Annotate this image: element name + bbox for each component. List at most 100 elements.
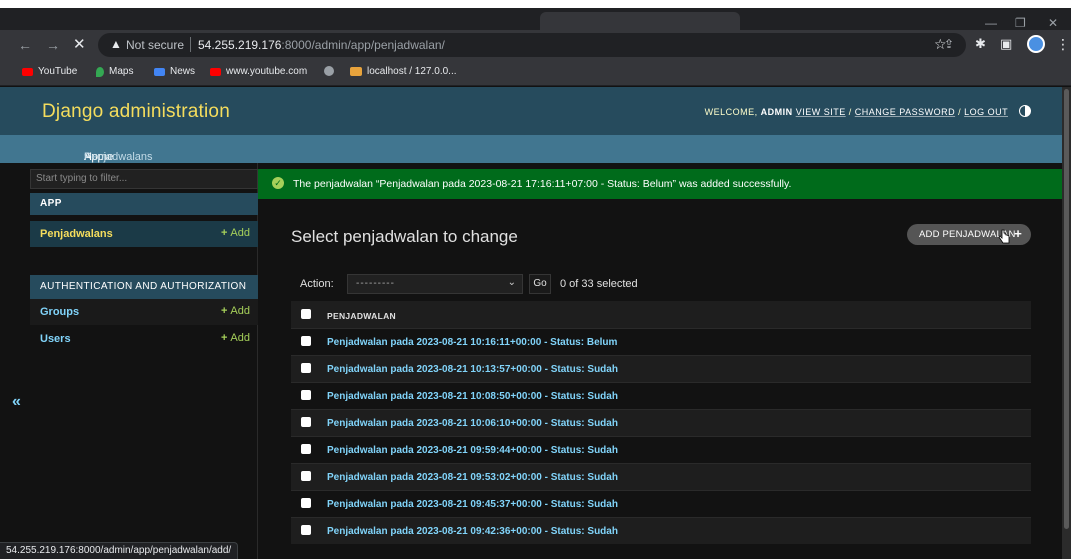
address-divider <box>190 37 191 52</box>
action-bar: Action: --------- ⌄ Go 0 of 33 selected <box>291 272 1031 296</box>
add-label: Add <box>230 227 250 239</box>
app-caption-app[interactable]: APP <box>30 193 258 215</box>
table-row: Penjadwalan pada 2023-08-21 09:45:37+00:… <box>291 490 1031 517</box>
warning-icon[interactable]: ▲ <box>110 37 122 51</box>
add-user-link[interactable]: + Add <box>221 332 250 344</box>
minimize-icon[interactable]: — <box>985 16 997 30</box>
plus-icon: + <box>220 227 228 239</box>
row-checkbox[interactable] <box>301 444 311 454</box>
model-link[interactable]: Groups <box>40 306 79 318</box>
extensions-puzzle-icon[interactable]: ✱ <box>975 36 986 52</box>
row-link[interactable]: Penjadwalan pada 2023-08-21 09:59:44+00:… <box>327 445 618 456</box>
select-all-checkbox[interactable] <box>301 309 311 319</box>
address-bar[interactable]: ▲ Not secure 54.255.219.176:8000/admin/a… <box>98 33 966 57</box>
add-group-link[interactable]: + Add <box>221 305 250 317</box>
browser-menu-icon[interactable]: ⋮ <box>1056 36 1070 53</box>
row-checkbox[interactable] <box>301 336 311 346</box>
title-bar <box>0 0 1071 8</box>
close-window-icon[interactable]: ✕ <box>1048 16 1058 30</box>
phpmyadmin-icon <box>350 67 362 76</box>
content-main: ✓ The penjadwalan “Penjadwalan pada 2023… <box>258 163 1071 559</box>
check-circle-icon: ✓ <box>272 177 284 189</box>
table-header: PENJADWALAN <box>291 301 1031 328</box>
bookmark-label: www.youtube.com <box>226 66 308 77</box>
admin-header: Django administration WELCOME, ADMIN VIE… <box>0 87 1071 135</box>
row-link[interactable]: Penjadwalan pada 2023-08-21 09:53:02+00:… <box>327 472 618 483</box>
table-row: Penjadwalan pada 2023-08-21 10:16:11+00:… <box>291 328 1031 355</box>
row-checkbox[interactable] <box>301 525 311 535</box>
change-password-link[interactable]: CHANGE PASSWORD <box>855 107 955 117</box>
theme-toggle-icon[interactable] <box>1019 105 1031 117</box>
row-checkbox[interactable] <box>301 471 311 481</box>
view-site-link[interactable]: VIEW SITE <box>796 107 846 117</box>
row-link[interactable]: Penjadwalan pada 2023-08-21 10:16:11+00:… <box>327 337 617 348</box>
chevron-down-icon: ⌄ <box>507 277 516 288</box>
scrollbar-thumb[interactable] <box>1064 89 1069 529</box>
bookmark-star-icon[interactable]: ☆ <box>934 36 947 53</box>
go-button[interactable]: Go <box>529 274 551 294</box>
table-row: Penjadwalan pada 2023-08-21 09:53:02+00:… <box>291 463 1031 490</box>
row-link[interactable]: Penjadwalan pada 2023-08-21 10:06:10+00:… <box>327 418 618 429</box>
bookmark-label: Maps <box>109 66 134 77</box>
table-row: Penjadwalan pada 2023-08-21 10:13:57+00:… <box>291 355 1031 382</box>
bookmark-label: localhost / 127.0.0... <box>367 66 457 77</box>
row-checkbox[interactable] <box>301 390 311 400</box>
stop-loading-icon[interactable]: ✕ <box>73 36 86 54</box>
row-checkbox[interactable] <box>301 498 311 508</box>
username: ADMIN <box>760 107 793 117</box>
screen: — ❐ ✕ ← → ✕ ▲ Not secure 54.255.219.176:… <box>0 0 1071 559</box>
site-branding[interactable]: Django administration <box>42 101 230 123</box>
sidebar-item-penjadwalans[interactable]: Penjadwalans + Add <box>30 221 258 247</box>
nav-filter-input[interactable]: Start typing to filter... <box>30 169 258 189</box>
row-checkbox[interactable] <box>301 417 311 427</box>
back-arrow-icon[interactable]: ← <box>18 36 32 54</box>
not-secure-label[interactable]: Not secure <box>126 38 184 52</box>
success-message-text: The penjadwalan “Penjadwalan pada 2023-0… <box>293 178 792 190</box>
bookmark-phpmyadmin[interactable]: localhost / 127.0.0... <box>350 66 457 77</box>
row-checkbox[interactable] <box>301 363 311 373</box>
row-link[interactable]: Penjadwalan pada 2023-08-21 09:45:37+00:… <box>327 499 618 510</box>
hand-cursor-icon <box>998 229 1010 244</box>
action-select-value: --------- <box>356 278 395 289</box>
forward-arrow-icon[interactable]: → <box>46 36 60 54</box>
column-header-penjadwalan[interactable]: PENJADWALAN <box>327 311 396 321</box>
tab-strip: — ❐ ✕ <box>0 8 1071 30</box>
table-row: Penjadwalan pada 2023-08-21 10:08:50+00:… <box>291 382 1031 409</box>
plus-icon: + <box>220 305 228 317</box>
row-link[interactable]: Penjadwalan pada 2023-08-21 10:08:50+00:… <box>327 391 618 402</box>
restore-icon[interactable]: ❐ <box>1015 16 1026 30</box>
breadcrumb: Home › App › Penjadwalans <box>0 135 1071 163</box>
app-caption-auth[interactable]: AUTHENTICATION AND AUTHORIZATION <box>30 275 258 299</box>
bookmark-youtube[interactable]: YouTube <box>22 66 77 77</box>
bookmark-maps[interactable]: Maps <box>96 66 133 77</box>
add-label: Add <box>230 332 250 344</box>
row-link[interactable]: Penjadwalan pada 2023-08-21 09:42:36+00:… <box>327 526 618 537</box>
url-text[interactable]: 54.255.219.176:8000/admin/app/penjadwala… <box>198 38 445 52</box>
bookmark-globe[interactable] <box>324 66 334 76</box>
maps-icon <box>96 66 104 77</box>
log-out-link[interactable]: LOG OUT <box>964 107 1008 117</box>
bookmark-youtube-com[interactable]: www.youtube.com <box>210 66 307 77</box>
bookmark-news[interactable]: News <box>154 66 195 77</box>
bookmarks-bar: YouTube Maps News www.youtube.com localh… <box>0 60 1071 86</box>
news-icon <box>154 67 165 76</box>
profile-avatar[interactable] <box>1027 35 1045 53</box>
model-link[interactable]: Users <box>40 333 71 345</box>
add-penjadwalan-link[interactable]: + Add <box>221 227 250 239</box>
user-tools: WELCOME, ADMIN VIEW SITE / CHANGE PASSWO… <box>705 107 1023 117</box>
table-row: Penjadwalan pada 2023-08-21 10:06:10+00:… <box>291 409 1031 436</box>
breadcrumb-current: Penjadwalans <box>84 151 153 163</box>
row-link[interactable]: Penjadwalan pada 2023-08-21 10:13:57+00:… <box>327 364 618 375</box>
toggle-nav-sidebar-icon[interactable]: « <box>12 393 21 411</box>
page-title: Select penjadwalan to change <box>291 227 518 246</box>
page-scrollbar[interactable] <box>1062 87 1071 559</box>
side-panel-icon[interactable]: ▣ <box>1000 36 1012 52</box>
sidebar-item-users[interactable]: Users + Add <box>30 326 258 352</box>
action-select[interactable]: --------- ⌄ <box>347 274 523 294</box>
add-penjadwalan-button[interactable]: ADD PENJADWALAN + <box>907 224 1031 245</box>
browser-tab[interactable] <box>540 12 740 30</box>
sidebar-item-groups[interactable]: Groups + Add <box>30 299 258 325</box>
selection-count: 0 of 33 selected <box>560 278 638 290</box>
link-status-bar: 54.255.219.176:8000/admin/app/penjadwala… <box>0 542 239 559</box>
model-link[interactable]: Penjadwalans <box>40 228 113 240</box>
